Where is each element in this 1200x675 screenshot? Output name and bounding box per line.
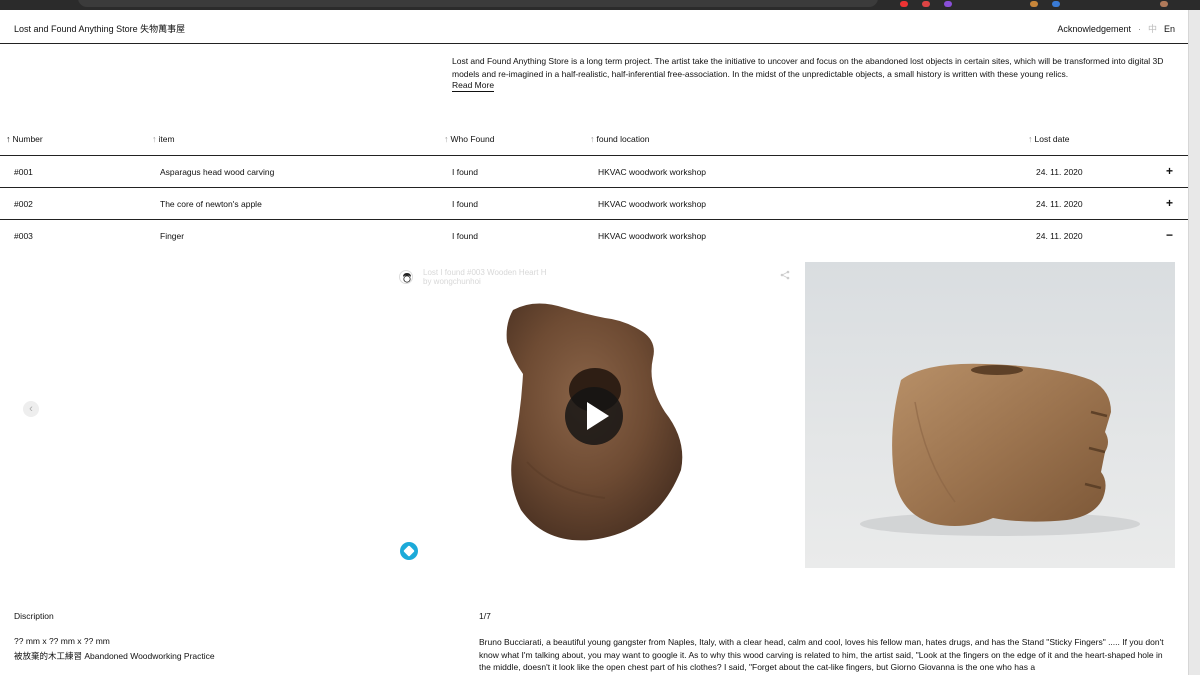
cell-who-found: I found bbox=[452, 199, 478, 209]
site-title[interactable]: Lost and Found Anything Store 失物萬事屋 bbox=[14, 22, 185, 35]
column-number[interactable]: ↑ Number bbox=[6, 134, 43, 144]
column-label: item bbox=[158, 134, 175, 144]
sort-arrow-icon: ↑ bbox=[590, 134, 595, 144]
cell-date: 24. 11. 2020 bbox=[1036, 199, 1083, 209]
column-item[interactable]: ↑ item bbox=[152, 134, 175, 144]
wooden-hand-photo bbox=[860, 363, 1140, 536]
column-found-location[interactable]: ↑ found location bbox=[590, 134, 649, 144]
column-who-found[interactable]: ↑ Who Found bbox=[444, 134, 494, 144]
gallery-prev-button[interactable]: ‹ bbox=[23, 401, 39, 417]
cell-item: Asparagus head wood carving bbox=[160, 167, 275, 177]
sort-arrow-icon: ↑ bbox=[1028, 134, 1033, 144]
read-more-link[interactable]: Read More bbox=[452, 80, 495, 92]
story-text: Bruno Bucciarati, a beautiful young gang… bbox=[479, 637, 1164, 672]
expand-icon[interactable]: + bbox=[1166, 164, 1173, 178]
column-label: Number bbox=[12, 134, 43, 144]
column-label: Lost date bbox=[1034, 134, 1070, 144]
dimensions-text: ?? mm x ?? mm x ?? mm bbox=[14, 636, 110, 646]
column-label: found location bbox=[596, 134, 650, 144]
lang-en-link[interactable]: En bbox=[1164, 24, 1175, 34]
table-header: ↑ Number ↑ item ↑ Who Found ↑ found loca… bbox=[0, 128, 1188, 156]
scrollbar[interactable] bbox=[1188, 10, 1200, 675]
browser-toolbar bbox=[0, 0, 1200, 10]
extension-icon[interactable] bbox=[1030, 1, 1038, 7]
sort-arrow-icon: ↑ bbox=[152, 134, 157, 144]
intro-text: Lost and Found Anything Store is a long … bbox=[452, 56, 1164, 79]
cell-location: HKVAC woodwork workshop bbox=[598, 231, 707, 241]
play-icon[interactable] bbox=[565, 387, 623, 445]
cell-location: HKVAC woodwork workshop bbox=[598, 167, 707, 177]
extension-icon[interactable] bbox=[900, 1, 908, 7]
table-row[interactable]: #002 The core of newton's apple I found … bbox=[0, 188, 1188, 220]
column-label: Who Found bbox=[450, 134, 495, 144]
sort-arrow-icon: ↑ bbox=[444, 134, 449, 144]
cell-location: HKVAC woodwork workshop bbox=[598, 199, 707, 209]
table-row-expanded[interactable]: #003 Finger I found HKVAC woodwork works… bbox=[0, 220, 1188, 252]
cell-number: #003 bbox=[14, 231, 33, 241]
column-lost-date[interactable]: ↑ Lost date bbox=[1028, 134, 1069, 144]
cell-date: 24. 11. 2020 bbox=[1036, 167, 1083, 177]
cell-number: #002 bbox=[14, 199, 33, 209]
nav-separator: · bbox=[1137, 23, 1141, 34]
cell-who-found: I found bbox=[452, 167, 478, 177]
extension-icon[interactable] bbox=[944, 1, 952, 7]
address-bar[interactable] bbox=[78, 0, 878, 7]
lang-zh-link[interactable]: 中 bbox=[1148, 22, 1157, 35]
slide-counter: 1/7 bbox=[479, 611, 491, 621]
sort-arrow-icon: ↑ bbox=[6, 134, 11, 144]
object-photo bbox=[805, 262, 1175, 568]
profile-avatar-icon[interactable] bbox=[1160, 1, 1168, 7]
site-header: Lost and Found Anything Store 失物萬事屋 Ackn… bbox=[0, 10, 1188, 44]
collapse-icon[interactable]: − bbox=[1166, 228, 1173, 242]
extension-icon[interactable] bbox=[922, 1, 930, 7]
expand-icon[interactable]: + bbox=[1166, 196, 1173, 210]
cell-date: 24. 11. 2020 bbox=[1036, 231, 1083, 241]
table-row[interactable]: #001 Asparagus head wood carving I found… bbox=[0, 156, 1188, 188]
project-title: 被放棄的木工練習 Abandoned Woodworking Practice bbox=[14, 651, 215, 661]
cell-item: The core of newton's apple bbox=[160, 199, 262, 209]
chevron-left-icon: ‹ bbox=[29, 403, 33, 415]
acknowledgement-link[interactable]: Acknowledgement bbox=[1057, 24, 1131, 34]
description-label: Discription bbox=[14, 611, 54, 621]
3d-model-viewer[interactable]: Lost I found #003 Wooden Heart H by wong… bbox=[395, 262, 800, 568]
sketchfab-logo-icon[interactable] bbox=[400, 542, 418, 560]
top-nav: Acknowledgement · 中 En bbox=[1057, 22, 1175, 35]
cell-item: Finger bbox=[160, 231, 185, 241]
cell-number: #001 bbox=[14, 167, 33, 177]
extension-icon[interactable] bbox=[1052, 1, 1060, 7]
cell-who-found: I found bbox=[452, 231, 478, 241]
